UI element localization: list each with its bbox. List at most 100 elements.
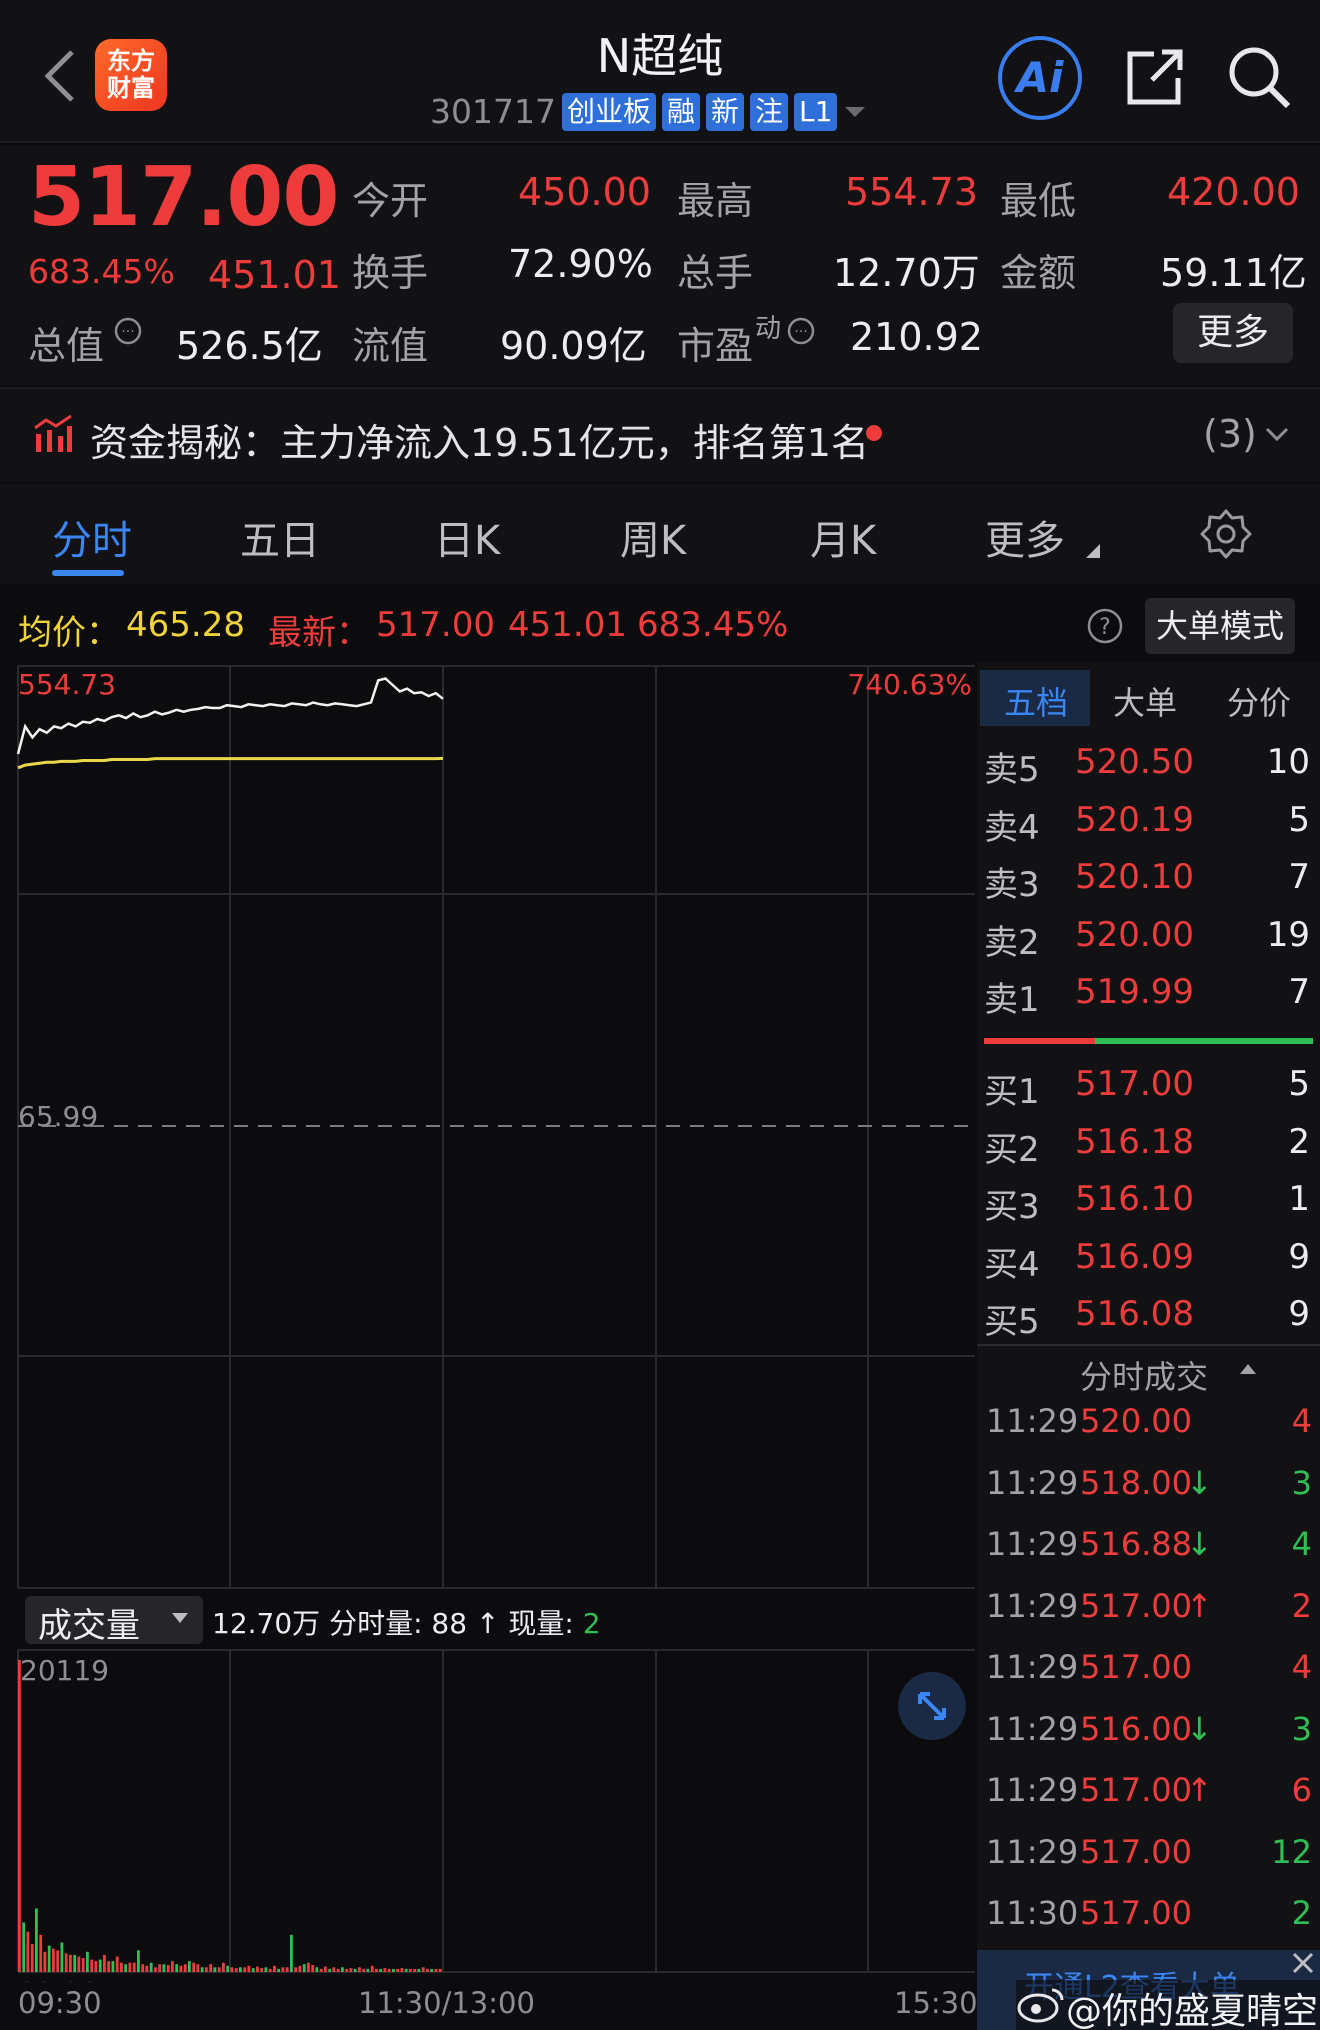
low-label: 最低: [1000, 179, 1077, 223]
last-change-value: 451.01: [508, 605, 627, 645]
volume-bar: [366, 1968, 370, 1972]
ai-assistant-icon[interactable]: Ai: [998, 36, 1082, 120]
info-circle-icon[interactable]: ···: [786, 316, 816, 346]
settings-gear-icon[interactable]: [1200, 508, 1252, 560]
volume-bar: [421, 1967, 425, 1972]
ask-row-volume: 5: [1288, 799, 1310, 840]
volume-bar: [188, 1961, 191, 1972]
tab-intraday[interactable]: 分时: [52, 508, 132, 566]
change-pct: 683.45%: [28, 252, 175, 291]
volume-bar: [307, 1962, 310, 1972]
expand-chart-button[interactable]: [898, 1672, 966, 1740]
tab-five-day[interactable]: 五日: [240, 508, 320, 566]
ask-row-label: 卖4: [984, 807, 1040, 848]
trade-volume: 12: [1271, 1832, 1312, 1871]
trade-price: 520.00: [1080, 1402, 1192, 1440]
ask-row-label: 卖5: [984, 750, 1040, 790]
trade-volume: 2: [1291, 1894, 1312, 1932]
tab-monthly-k[interactable]: 月K: [810, 508, 876, 566]
ask-row-label: 卖2: [984, 922, 1040, 963]
volume-bar: [43, 1951, 47, 1972]
amount-label: 金额: [1000, 251, 1077, 295]
avg-price-label: 均价：: [18, 613, 120, 653]
intraday-chart[interactable]: 554.73 740.63% 65.99 20119 09:30: [0, 662, 975, 1982]
volume-bar: [158, 1964, 162, 1972]
avg-price-value: 465.28: [126, 605, 245, 645]
trade-time: 11:29: [986, 1771, 1079, 1809]
ask-row-volume: 7: [1288, 972, 1310, 1012]
volume-bar: [226, 1965, 230, 1972]
current-price: 517.00: [28, 150, 339, 245]
y-top-pct: 740.63%: [847, 668, 972, 701]
x-tick-noon: 11:30/13:00: [358, 1986, 535, 2020]
trade-price: 517.00: [1080, 1648, 1192, 1686]
volume-bar: [260, 1968, 264, 1972]
tab-price-dist[interactable]: 分价: [1227, 678, 1291, 724]
volume-bar: [86, 1951, 89, 1972]
trade-volume: 2: [1291, 1586, 1312, 1625]
ask-row-label: 卖3: [984, 865, 1040, 905]
search-icon[interactable]: [1226, 44, 1292, 110]
volume-bar: [35, 1908, 38, 1972]
high-value: 554.73: [845, 170, 978, 214]
volume-bar: [336, 1968, 340, 1972]
info-circle-icon[interactable]: ···: [113, 316, 143, 346]
ask-row-volume: 19: [1266, 914, 1310, 955]
bid-row-price: 516.10: [1075, 1179, 1194, 1219]
volume-bar: [64, 1953, 68, 1972]
tab-five-levels[interactable]: 五档: [1004, 678, 1068, 724]
volume-bar: [107, 1961, 111, 1972]
volume-bar: [217, 1967, 221, 1972]
bid-row-volume: 9: [1288, 1236, 1310, 1277]
volume-value: 12.70万: [833, 251, 980, 295]
volume-bar: [39, 1934, 43, 1972]
tab-more[interactable]: 更多: [985, 508, 1065, 566]
share-icon[interactable]: [1124, 46, 1186, 108]
volume-bar: [294, 1967, 298, 1972]
volume-bar: [349, 1968, 353, 1972]
weibo-logo: [1017, 1988, 1064, 2023]
volume-arrow: ↑: [475, 1607, 500, 1640]
volume-bar: [166, 1965, 170, 1972]
tab-weekly-k[interactable]: 周K: [620, 508, 686, 566]
volume-bar: [81, 1958, 85, 1972]
volume-bar: [387, 1968, 391, 1972]
mktcap-label: 总值: [28, 324, 105, 368]
volume-bar: [213, 1967, 217, 1972]
quote-more-button[interactable]: 更多: [1173, 303, 1293, 363]
trade-price: 517.00: [1080, 1586, 1192, 1625]
bid-row-label: 买1: [984, 1072, 1040, 1112]
trade-time: 11:29: [986, 1648, 1079, 1686]
volume-bar: [137, 1950, 140, 1972]
volume-bar: [192, 1962, 196, 1972]
bid-row-label: 买4: [984, 1244, 1040, 1285]
volume-bar: [341, 1967, 344, 1972]
stock-subtitle[interactable]: 301717 创业板 融 新 注 L1: [430, 92, 867, 131]
volume-bar: [324, 1966, 327, 1972]
volume-bar: [358, 1967, 361, 1972]
volume-bar: [353, 1968, 357, 1972]
tab-daily-k[interactable]: 日K: [434, 508, 500, 566]
x-tick-close: 15:30: [894, 1986, 978, 2020]
volume-bar: [77, 1956, 81, 1972]
minute-volume-label: 分时量:: [329, 1607, 423, 1640]
open-value: 450.00: [518, 170, 651, 214]
tag-level: L1: [794, 92, 838, 131]
volume-bar: [434, 1968, 438, 1972]
volume-bar: [256, 1966, 259, 1972]
x-tick-open: 09:30: [18, 1986, 102, 2020]
help-icon[interactable]: ?: [1086, 607, 1124, 645]
volume-bar: [22, 1922, 26, 1972]
open-label: 今开: [352, 179, 429, 223]
close-icon[interactable]: [1290, 1950, 1316, 1976]
tag-registration: 注: [750, 92, 789, 131]
trade-price: 517.00: [1080, 1894, 1192, 1932]
tab-big-orders[interactable]: 大单: [1113, 678, 1177, 724]
trades-title[interactable]: 分时成交: [1080, 1352, 1208, 1398]
big-order-mode-button[interactable]: 大单模式: [1145, 598, 1295, 654]
volume-bar: [115, 1956, 119, 1972]
volume-bar: [175, 1964, 179, 1972]
volume-bar: [234, 1968, 238, 1972]
bid-row-volume: 2: [1288, 1121, 1310, 1162]
volume-label: 总手: [677, 251, 754, 295]
